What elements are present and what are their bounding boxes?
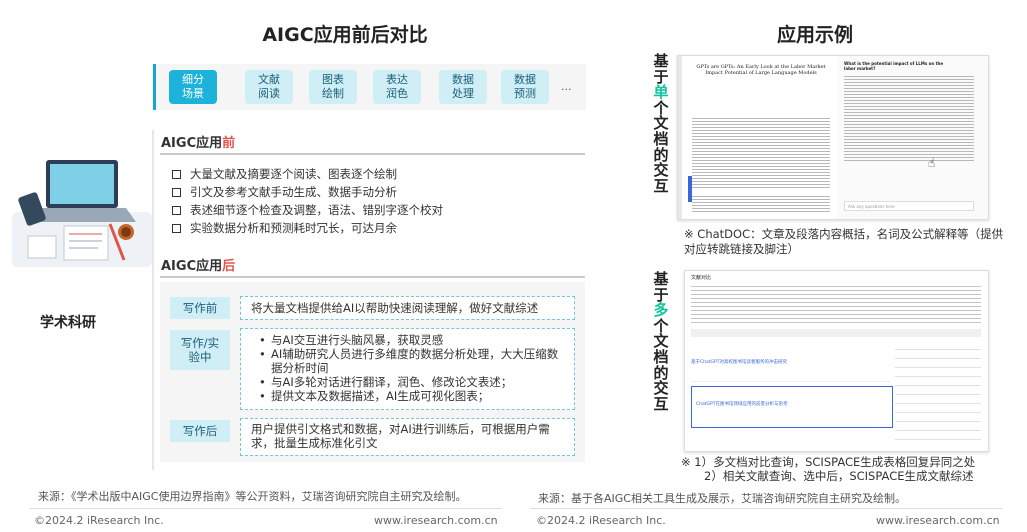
chatdoc-chat: What is the potential impact of LLMs on … — [838, 56, 988, 219]
right-source: 来源：基于各AIGC相关工具生成及展示，艾瑞咨询研究院自主研究及绘制。 — [538, 492, 906, 505]
scispace-toolbar — [691, 329, 981, 337]
chip-reading[interactable]: 文献阅读 — [245, 70, 293, 104]
scispace-text — [691, 283, 981, 323]
single-doc-label: 基 于 单 个 文 档 的 交 互 — [653, 53, 669, 195]
before-list: 大量文献及摘要逐个阅读、图表逐个绘制 引文及参考文献手动生成、数据手动分析 表述… — [170, 165, 443, 237]
left-source: 来源：《学术出版中AIGC使用边界指南》等公开资料，艾瑞咨询研究院自主研究及绘制… — [38, 490, 467, 503]
scispace-row-title: ChatGPT在图书馆领域应用的前景分析与思考 — [696, 402, 788, 407]
row-before-writing: 将大量文档提供给AI以帮助快速阅读理解，做好文献综述 — [240, 296, 575, 320]
before-heading-prefix: AIGC应用 — [161, 136, 223, 151]
chatdoc-screenshot: GPTs are GPTs: An Early Look at the Labo… — [677, 55, 989, 220]
tag-during-writing: 写作/实验中 — [170, 330, 230, 370]
chatdoc-paper: GPTs are GPTs: An Early Look at the Labo… — [692, 64, 830, 214]
left-title: AIGC应用前后对比 — [262, 24, 428, 46]
before-heading: AIGC应用前 — [161, 132, 235, 151]
chat-input[interactable]: Ask any questions here — [844, 201, 974, 211]
chip-data-label: 数据处理 — [452, 73, 474, 100]
row-after-writing: 用户提供引文格式和数据，对AI进行训练后，可根据用户需求，批量生成标准化引文 — [240, 418, 575, 456]
right-website: www.iresearch.com.cn — [876, 514, 1000, 527]
left-footer-line — [30, 508, 502, 509]
single-note: ※ ChatDOC：文章及段落内容概括，名词及公式解释等（提供对应转跳链接及脚注… — [684, 227, 1004, 256]
chip-data[interactable]: 数据处理 — [439, 70, 487, 104]
multi-note-2: 2）相关文献查询、选中后，SCISPACE生成文献综述 — [704, 469, 974, 483]
before-underline — [160, 153, 585, 155]
after-heading-highlight: 后 — [222, 259, 236, 274]
paper-text-block — [692, 194, 830, 212]
after-heading: AIGC应用后 — [161, 255, 235, 274]
chip-more: ... — [561, 80, 572, 93]
during-item: AI辅助研究人员进行多维度的数据分析处理，大大压缩数据分析时间 — [257, 347, 566, 375]
chip-chart-label: 图表绘制 — [322, 73, 344, 100]
scispace-row-title: 基于ChatGPT对高校图书馆读者服务的冲击研究 — [691, 360, 787, 365]
category-bar: 细分场景 文献阅读 图表绘制 表达润色 数据处理 数据预测 ... — [153, 64, 586, 110]
scispace-row: ChatGPT在图书馆领域应用的前景分析与思考 — [691, 386, 893, 428]
left-copyright: ©2024.2 iResearch Inc. — [34, 514, 164, 527]
after-heading-prefix: AIGC应用 — [161, 259, 223, 274]
tag-before-writing: 写作前 — [170, 297, 230, 319]
before-item: 大量文献及摘要逐个阅读、图表逐个绘制 — [170, 165, 443, 183]
divider-vertical — [152, 130, 154, 470]
multi-doc-label: 基 于 多 个 文 档 的 交 互 — [653, 271, 669, 413]
chip-chart[interactable]: 图表绘制 — [309, 70, 357, 104]
chatdoc-highlight — [688, 176, 692, 202]
before-item: 引文及参考文献手动生成、数据手动分析 — [170, 183, 443, 201]
scispace-filter-panel — [895, 341, 981, 441]
cursor-icon: ☝ — [928, 156, 936, 170]
chat-question: What is the potential impact of LLMs on … — [844, 61, 944, 71]
chip-predict-label: 数据预测 — [514, 73, 536, 100]
single-char: 互 — [653, 176, 669, 195]
row-during-writing: 与AI交互进行头脑风暴，获取灵感 AI辅助研究人员进行多维度的数据分析处理，大大… — [240, 328, 575, 410]
researcher-illustration — [8, 142, 158, 272]
during-item: 提供文本及数据描述，AI生成可视化图表； — [257, 389, 566, 403]
chip-predict[interactable]: 数据预测 — [501, 70, 549, 104]
chip-polish-label: 表达润色 — [386, 73, 408, 100]
chip-reading-label: 文献阅读 — [258, 73, 280, 100]
subject-label: 学术科研 — [40, 315, 96, 331]
before-heading-highlight: 前 — [222, 136, 236, 151]
multi-char: 互 — [653, 394, 669, 413]
paper-text-block — [692, 116, 830, 188]
right-title: 应用示例 — [776, 24, 853, 46]
tag-during-writing-label: 写作/实验中 — [180, 336, 220, 364]
scispace-row: 基于ChatGPT对高校图书馆读者服务的冲击研究 — [691, 341, 891, 382]
chatdoc-sidebar — [678, 56, 682, 219]
during-item: 与AI交互进行头脑风暴，获取灵感 — [257, 333, 566, 347]
chip-scene[interactable]: 细分场景 — [169, 70, 217, 104]
paper-title: GPTs are GPTs: An Early Look at the Labo… — [696, 64, 826, 76]
tag-after-writing: 写作后 — [170, 420, 230, 442]
after-underline — [160, 276, 585, 278]
row-before-writing-text: 将大量文档提供给AI以帮助快速阅读理解，做好文献综述 — [251, 301, 539, 315]
chip-scene-label: 细分场景 — [182, 73, 204, 100]
chip-polish[interactable]: 表达润色 — [373, 70, 421, 104]
category-bar-accent — [153, 64, 156, 110]
during-list: 与AI交互进行头脑风暴，获取灵感 AI辅助研究人员进行多维度的数据分析处理，大大… — [241, 329, 574, 403]
before-item: 表述细节逐个检查及调整，语法、错别字逐个校对 — [170, 201, 443, 219]
right-footer-line — [530, 508, 1002, 509]
row-after-writing-text: 用户提供引文格式和数据，对AI进行训练后，可根据用户需求，批量生成标准化引文 — [251, 422, 550, 450]
chat-answer — [844, 74, 974, 162]
left-website: www.iresearch.com.cn — [374, 514, 498, 527]
before-item: 实验数据分析和预测耗时冗长，可达月余 — [170, 219, 443, 237]
scispace-header: 文献对比 — [691, 275, 712, 281]
during-item: 与AI多轮对话进行翻译，润色、修改论文表述； — [257, 375, 566, 389]
scispace-screenshot: 文献对比 基于ChatGPT对高校图书馆读者服务的冲击研究 ChatGPT在图书… — [684, 270, 989, 452]
right-copyright: ©2024.2 iResearch Inc. — [536, 514, 666, 527]
